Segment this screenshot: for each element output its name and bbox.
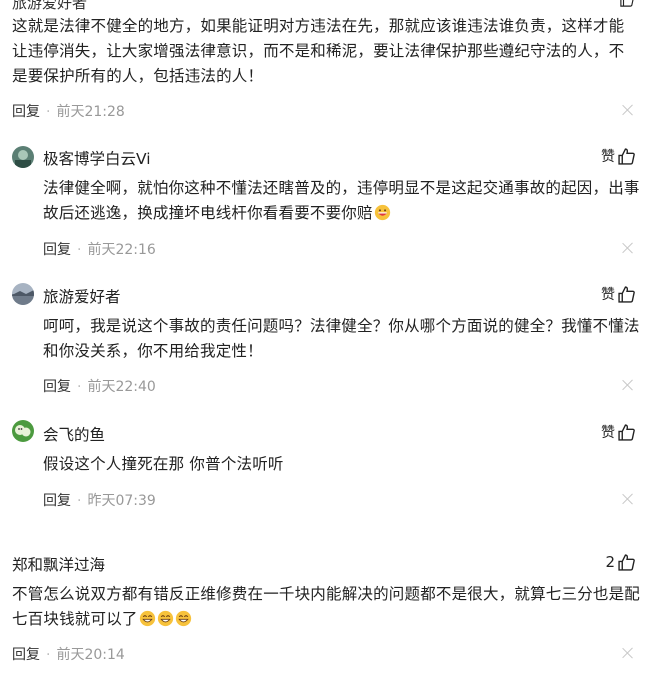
reply-time: 前天22:40 bbox=[87, 379, 156, 395]
reply-meta: 回复 · 前天22:40 bbox=[43, 379, 156, 395]
reply-text: 法律健全啊，就怕你这种不懂法还瞎普及的，违停明显不是这起交通事故的起因，出事故后… bbox=[43, 179, 640, 222]
like-label: 赞 bbox=[601, 149, 615, 165]
like-button[interactable]: 赞 bbox=[601, 146, 635, 166]
reply-button[interactable]: 回复 bbox=[12, 647, 40, 663]
reply-button[interactable]: 回复 bbox=[43, 242, 71, 258]
top-comment-meta: 回复 · 前天21:28 bbox=[12, 104, 125, 120]
close-icon[interactable] bbox=[622, 647, 634, 659]
close-icon[interactable] bbox=[622, 493, 634, 505]
thumbs-up-icon[interactable] bbox=[620, 0, 634, 8]
reply-button[interactable]: 回复 bbox=[43, 493, 71, 509]
grinning-face-emoji bbox=[374, 204, 390, 221]
reply-meta: 回复 · 昨天07:39 bbox=[43, 493, 156, 509]
close-icon[interactable] bbox=[622, 379, 634, 391]
like-button[interactable]: 赞 bbox=[601, 422, 635, 442]
reply-button[interactable]: 回复 bbox=[12, 104, 40, 120]
comment-time: 前天20:14 bbox=[56, 647, 125, 663]
avatar[interactable] bbox=[12, 146, 34, 168]
reply-time: 昨天07:39 bbox=[87, 493, 156, 509]
thumbs-up-icon bbox=[618, 423, 635, 441]
reply-text: 呵呵，我是说这个事故的责任问题吗？法律健全？你从哪个方面说的健全？我懂不懂法和你… bbox=[43, 317, 640, 360]
reply-username[interactable]: 极客博学白云Vi bbox=[43, 147, 151, 169]
smiling-face-emoji bbox=[175, 610, 191, 627]
smiling-face-emoji bbox=[139, 610, 155, 627]
like-label: 赞 bbox=[601, 287, 615, 303]
reply-username[interactable]: 会飞的鱼 bbox=[43, 423, 105, 445]
comment-meta: 回复 · 前天20:14 bbox=[12, 647, 125, 663]
avatar[interactable] bbox=[12, 420, 34, 442]
comment-username[interactable]: 郑和飘洋过海 bbox=[12, 553, 105, 575]
thumbs-up-icon bbox=[618, 553, 635, 571]
smiling-face-emoji bbox=[157, 610, 173, 627]
like-button[interactable]: 2 bbox=[605, 553, 635, 571]
top-comment-username[interactable]: 旅游爱好者 bbox=[12, 0, 87, 13]
thumbs-up-icon bbox=[618, 285, 635, 303]
comment-text: 不管怎么说双方都有错反正维修费在一千块内能解决的问题都不是很大，就算七三分也是配… bbox=[12, 585, 641, 628]
reply-time: 前天22:16 bbox=[87, 242, 156, 258]
like-count: 2 bbox=[605, 553, 615, 571]
reply-button[interactable]: 回复 bbox=[43, 379, 71, 395]
comment-time: 前天21:28 bbox=[56, 104, 125, 120]
thumbs-up-icon bbox=[618, 147, 635, 165]
like-label: 赞 bbox=[601, 425, 615, 441]
close-icon[interactable] bbox=[622, 242, 634, 254]
like-button[interactable]: 赞 bbox=[601, 284, 635, 304]
avatar[interactable] bbox=[12, 283, 34, 305]
reply-text: 假设这个人撞死在那 你普个法听听 bbox=[43, 455, 284, 473]
close-icon[interactable] bbox=[622, 104, 634, 116]
reply-username[interactable]: 旅游爱好者 bbox=[43, 285, 121, 307]
reply-meta: 回复 · 前天22:16 bbox=[43, 242, 156, 258]
top-comment-text: 这就是法律不健全的地方，如果能证明对方违法在先，那就应该谁违法谁负责，这样才能让… bbox=[12, 17, 625, 85]
